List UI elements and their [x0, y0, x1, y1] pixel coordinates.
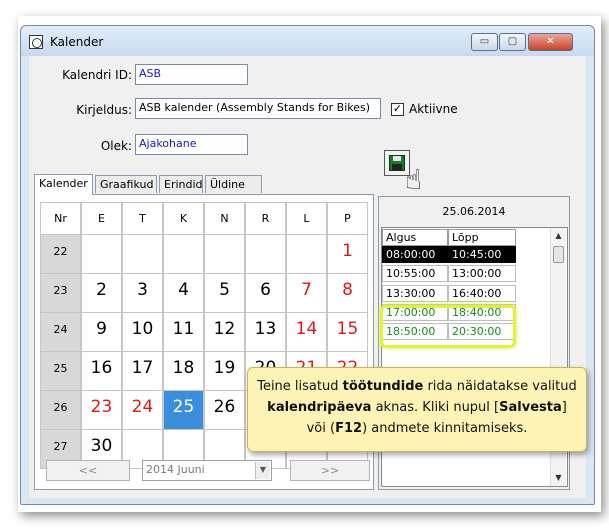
- row-start-time[interactable]: 08:00:00: [382, 246, 448, 263]
- calendar-empty-cell: [81, 234, 122, 274]
- calendar-day[interactable]: 10: [122, 312, 163, 352]
- tooltip-bold-text: kalendripäeva: [267, 400, 372, 415]
- row-start-time[interactable]: 10:55:00: [382, 265, 448, 283]
- weekday-header: N: [204, 202, 245, 235]
- scroll-thumb[interactable]: [553, 246, 564, 263]
- calendar-day[interactable]: 19: [204, 351, 245, 391]
- calendar-day[interactable]: 7: [286, 273, 327, 313]
- active-label: Aktiivne: [409, 102, 458, 116]
- description-label: Kirjeldus:: [76, 103, 132, 117]
- weekday-header: P: [327, 202, 368, 235]
- calendar-day[interactable]: 11: [163, 312, 204, 352]
- weekday-header: Nr: [40, 202, 81, 235]
- close-button[interactable]: ✕: [528, 33, 573, 51]
- calendar-empty-cell: [163, 234, 204, 274]
- state-field[interactable]: Ajakohane: [135, 134, 248, 155]
- tooltip-text: aknas. Kliki nupul [: [371, 400, 500, 415]
- calendar-empty-cell: [204, 234, 245, 274]
- calendar-day[interactable]: 23: [81, 390, 122, 430]
- title-bar[interactable]: Kalender ▭ ▢ ✕: [21, 26, 594, 56]
- state-label: Olek:: [100, 139, 132, 153]
- column-header-end[interactable]: Lõpp: [448, 229, 516, 246]
- window-title: Kalender: [50, 35, 104, 49]
- calendar-id-field[interactable]: ASB: [135, 64, 248, 85]
- description-field[interactable]: ASB kalender (Assembly Stands for Bikes): [135, 98, 381, 119]
- tab-kalender[interactable]: Kalender: [34, 174, 93, 195]
- calendar-day[interactable]: 24: [122, 390, 163, 430]
- week-number: 26: [40, 390, 81, 430]
- schedule-date: 25.06.2014: [442, 205, 506, 218]
- calendar-day[interactable]: 26: [204, 390, 245, 430]
- row-end-time[interactable]: 13:00:00: [448, 265, 516, 283]
- tab-uldine[interactable]: Üldine: [205, 175, 262, 193]
- week-number: 25: [40, 351, 81, 391]
- scroll-down-icon[interactable]: ▼: [551, 470, 566, 486]
- calendar-id-label: Kalendri ID:: [62, 68, 132, 82]
- help-tooltip: Teine lisatud töötundide rida näidatakse…: [247, 367, 587, 452]
- next-month-button[interactable]: >>: [290, 460, 370, 481]
- chevron-down-icon: ▼: [255, 462, 270, 479]
- calendar-day[interactable]: 2: [81, 273, 122, 313]
- weekday-header: E: [81, 202, 122, 235]
- calendar-day[interactable]: 14: [286, 312, 327, 352]
- row-end-time[interactable]: 10:45:00: [448, 246, 516, 263]
- floppy-disk-icon: [389, 155, 405, 171]
- tooltip-bold-text: F12: [335, 421, 363, 436]
- calendar-day[interactable]: 4: [163, 273, 204, 313]
- calendar-day[interactable]: 3: [122, 273, 163, 313]
- minimize-button[interactable]: ▭: [471, 33, 498, 51]
- hand-pointer-icon: ☝: [405, 163, 423, 196]
- row-end-time[interactable]: 16:40:00: [448, 284, 516, 302]
- calendar-day[interactable]: 5: [204, 273, 245, 313]
- calendar-empty-cell: [122, 234, 163, 274]
- new-rows-highlight: [380, 305, 516, 348]
- calendar-day[interactable]: 8: [327, 273, 368, 313]
- tab-graafikud[interactable]: Graafikud: [95, 175, 157, 193]
- maximize-button[interactable]: ▢: [499, 33, 526, 51]
- calendar-day[interactable]: 1: [327, 234, 368, 274]
- calendar-day[interactable]: 6: [245, 273, 286, 313]
- weekday-header: T: [122, 202, 163, 235]
- calendar-day[interactable]: 17: [122, 351, 163, 391]
- calendar-app-icon: [29, 35, 43, 49]
- tooltip-bold-text: töötundide: [342, 379, 424, 394]
- scroll-up-icon[interactable]: ▲: [551, 228, 566, 244]
- prev-month-button[interactable]: <<: [46, 460, 130, 481]
- calendar-day[interactable]: 15: [327, 312, 368, 352]
- calendar-day[interactable]: 12: [204, 312, 245, 352]
- month-select-value: 2014 Juuni: [146, 463, 205, 476]
- calendar-day[interactable]: 16: [81, 351, 122, 391]
- week-number: 23: [40, 273, 81, 313]
- tooltip-bold-text: Salvesta: [499, 400, 562, 415]
- tab-erindid[interactable]: Erindid: [159, 175, 203, 193]
- calendar-day[interactable]: 13: [245, 312, 286, 352]
- calendar-day[interactable]: 18: [163, 351, 204, 391]
- weekday-header: R: [245, 202, 286, 235]
- calendar-day[interactable]: 25: [163, 390, 204, 430]
- tooltip-text: rida näidatakse valitud: [423, 379, 577, 394]
- weekday-header: K: [163, 202, 204, 235]
- calendar-day[interactable]: 9: [81, 312, 122, 352]
- tooltip-text: ) andmete kinnitamiseks.: [362, 421, 528, 436]
- month-select[interactable]: 2014 Juuni ▼: [142, 460, 272, 481]
- calendar-empty-cell: [245, 234, 286, 274]
- week-number: 24: [40, 312, 81, 352]
- column-header-start[interactable]: Algus: [382, 229, 448, 246]
- week-number: 22: [40, 234, 81, 274]
- active-checkbox[interactable]: ✓: [391, 103, 404, 116]
- weekday-header: L: [286, 202, 327, 235]
- calendar-empty-cell: [286, 234, 327, 274]
- tooltip-text: Teine lisatud: [257, 379, 343, 394]
- row-start-time[interactable]: 13:30:00: [382, 284, 448, 302]
